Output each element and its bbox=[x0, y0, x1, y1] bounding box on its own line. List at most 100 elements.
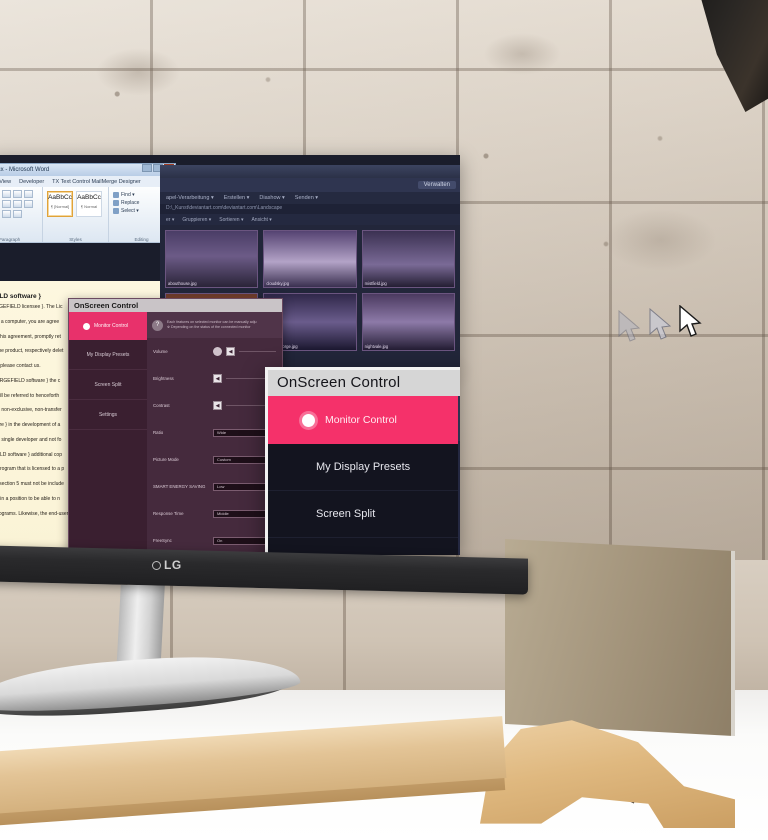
sidebar-item-monitor-control[interactable]: Monitor Control bbox=[268, 396, 458, 444]
minimize-button[interactable] bbox=[142, 164, 152, 172]
menu-item[interactable]: er ▾ bbox=[166, 217, 174, 223]
control-row-brightness[interactable]: Brightness bbox=[458, 489, 460, 531]
ribbon-tab[interactable]: TX Text Control MailMerge Designer bbox=[52, 179, 141, 185]
laptop-lid bbox=[505, 538, 735, 737]
ribbon-group-styles[interactable]: AaBbCc ¶ [Normal] AaBbCc ¶ Normal Styles bbox=[43, 187, 109, 242]
folder-path[interactable]: D:\_Kunst\deviantart.com\deviantart.com\… bbox=[160, 204, 460, 214]
decrease-button[interactable]: ◀ bbox=[213, 374, 222, 383]
photo-manager-menubar[interactable]: apel-Verarbeitung ▾ Erstellen ▾ Diashow … bbox=[160, 192, 460, 204]
decrease-button[interactable]: ◀ bbox=[226, 347, 235, 356]
control-row-brightness[interactable]: Brightness ◀ bbox=[147, 365, 282, 392]
sidebar-item-screen-split[interactable]: Screen Split bbox=[268, 491, 458, 538]
help-line-2: ※ Depending on the status of the connect… bbox=[167, 325, 251, 329]
thumbnail-item[interactable]: cloudsky.jpg bbox=[263, 230, 357, 288]
menu-item[interactable]: Gruppieren ▾ bbox=[182, 217, 211, 223]
increase-indent-icon[interactable] bbox=[24, 190, 33, 198]
style-name: ¶ [Normal] bbox=[50, 203, 70, 209]
wall-texture-speckle bbox=[420, 90, 720, 310]
replace-icon bbox=[113, 200, 119, 206]
sidebar-item-my-display-presets[interactable]: My Display Presets bbox=[268, 444, 458, 491]
content-area: ? Each features on selected monitor can … bbox=[147, 312, 282, 555]
style-name: ¶ Normal bbox=[80, 203, 98, 209]
monitor-screen: ata.docx - Microsoft Word iew View Devel… bbox=[0, 155, 460, 555]
control-label: Picture Mode bbox=[153, 457, 179, 462]
content-area: ? Each features on selected monitor can … bbox=[458, 396, 460, 555]
active-dot-icon bbox=[83, 322, 90, 330]
manage-button[interactable]: Verwalten bbox=[417, 181, 456, 189]
control-label: FreeSync bbox=[153, 538, 172, 543]
menu-item[interactable]: Erstellen ▾ bbox=[224, 195, 250, 201]
ribbon-tab[interactable]: View bbox=[0, 179, 11, 185]
thumbnail-caption: nightvale.jpg bbox=[364, 344, 389, 349]
menu-item[interactable]: Senden ▾ bbox=[295, 195, 318, 201]
thumbnail-item[interactable]: abouthouse.jpg bbox=[165, 230, 259, 288]
align-center-icon[interactable] bbox=[13, 200, 22, 208]
sidebar[interactable]: Monitor Control My Display Presets Scree… bbox=[69, 312, 147, 555]
find-icon bbox=[113, 192, 119, 198]
control-row-contrast[interactable]: Contrast ◀ bbox=[147, 392, 282, 419]
help-banner: ? Each features on selected monitor can … bbox=[458, 396, 460, 441]
onscreen-control-window-background[interactable]: OnScreen Control Monitor Control My Disp… bbox=[68, 298, 283, 555]
select-icon bbox=[113, 208, 119, 214]
sidebar-item-label: Monitor Control bbox=[94, 323, 129, 329]
menu-item[interactable]: Ansicht ▾ bbox=[251, 217, 271, 223]
multilevel-icon[interactable] bbox=[2, 190, 11, 198]
photo-manager-titlebar bbox=[160, 165, 460, 178]
control-label: Ratio bbox=[153, 430, 164, 435]
style-sample: AaBbCc bbox=[48, 194, 72, 201]
ribbon-tab[interactable]: Developer bbox=[19, 179, 44, 185]
menu-item[interactable]: Sortieren ▾ bbox=[219, 217, 243, 223]
sidebar-item-label: Screen Split bbox=[316, 508, 376, 520]
control-label: Response Time bbox=[153, 511, 184, 516]
sidebar-item-screen-split[interactable]: Screen Split bbox=[69, 370, 147, 400]
align-right-icon[interactable] bbox=[24, 200, 33, 208]
control-row-picture-mode[interactable]: Picture Mode Custom bbox=[147, 446, 282, 473]
thumbnail-caption: cloudsky.jpg bbox=[266, 281, 290, 286]
sidebar-item-my-display-presets[interactable]: My Display Presets bbox=[69, 340, 147, 370]
group-label: Styles bbox=[69, 237, 82, 242]
ribbon-group-paragraph[interactable]: Paragraph bbox=[0, 187, 43, 242]
menu-item[interactable]: Diashow ▾ bbox=[259, 195, 284, 201]
thumbnail-item[interactable]: mistfield.jpg bbox=[361, 230, 455, 288]
sidebar-item-label: My Display Presets bbox=[316, 461, 411, 473]
speaker-icon[interactable] bbox=[213, 347, 222, 356]
word-ribbon[interactable]: Paragraph AaBbCc ¶ [Normal] AaBbCc ¶ Nor… bbox=[0, 187, 176, 243]
control-row-volume[interactable]: Volume ◀ bbox=[147, 338, 282, 365]
control-row-smart-energy-saving[interactable]: SMART ENERGY SAVING Low bbox=[147, 473, 282, 500]
control-label: SMART ENERGY SAVING bbox=[153, 484, 206, 489]
decrease-indent-icon[interactable] bbox=[13, 190, 22, 198]
sidebar-item-monitor-control[interactable]: Monitor Control bbox=[69, 312, 147, 340]
help-banner: ? Each features on selected monitor can … bbox=[147, 312, 282, 338]
borders-icon[interactable] bbox=[13, 210, 22, 218]
onscreen-control-window[interactable]: OnScreen Control Monitor Control My Disp… bbox=[265, 367, 460, 555]
align-left-icon[interactable] bbox=[2, 200, 11, 208]
style-normal-selected[interactable]: AaBbCc ¶ [Normal] bbox=[47, 191, 73, 217]
shading-icon[interactable] bbox=[2, 210, 11, 218]
group-label: Paragraph bbox=[0, 237, 21, 242]
paragraph-tool-icons[interactable] bbox=[0, 189, 40, 219]
slider-track[interactable] bbox=[239, 350, 276, 353]
thumbnail-item[interactable]: nightvale.jpg bbox=[361, 293, 455, 351]
word-titlebar: ata.docx - Microsoft Word bbox=[0, 163, 176, 176]
photo-manager-toolbar[interactable]: Verwalten bbox=[160, 178, 460, 192]
photo-manager-viewbar[interactable]: er ▾ Gruppieren ▾ Sortieren ▾ Ansicht ▾ bbox=[160, 214, 460, 225]
control-rows: Volume Brightnes bbox=[458, 441, 460, 555]
thumbnail-caption: mistfield.jpg bbox=[364, 281, 387, 286]
sidebar-item-settings[interactable]: Settings bbox=[69, 400, 147, 430]
window-title: OnScreen Control bbox=[268, 370, 460, 396]
style-sample: AaBbCc bbox=[77, 194, 101, 201]
sidebar-item-label: Monitor Control bbox=[325, 414, 397, 426]
decrease-button[interactable]: ◀ bbox=[213, 401, 222, 410]
active-dot-icon bbox=[302, 413, 315, 427]
control-row-contrast[interactable]: Contrast bbox=[458, 531, 460, 555]
word-ribbon-tabs[interactable]: iew View Developer TX Text Control MailM… bbox=[0, 176, 176, 187]
control-row-volume[interactable]: Volume bbox=[458, 447, 460, 489]
photo-scene: ata.docx - Microsoft Word iew View Devel… bbox=[0, 0, 768, 840]
menu-item[interactable]: apel-Verarbeitung ▾ bbox=[166, 195, 214, 201]
sidebar[interactable]: Monitor Control My Display Presets Scree… bbox=[268, 396, 458, 555]
control-row-ratio[interactable]: Ratio Wide bbox=[147, 419, 282, 446]
control-label: Brightness bbox=[153, 376, 174, 381]
style-normal[interactable]: AaBbCc ¶ Normal bbox=[76, 191, 102, 217]
word-window[interactable]: ata.docx - Microsoft Word iew View Devel… bbox=[0, 163, 176, 281]
control-row-response-time[interactable]: Response Time Middle bbox=[147, 500, 282, 527]
